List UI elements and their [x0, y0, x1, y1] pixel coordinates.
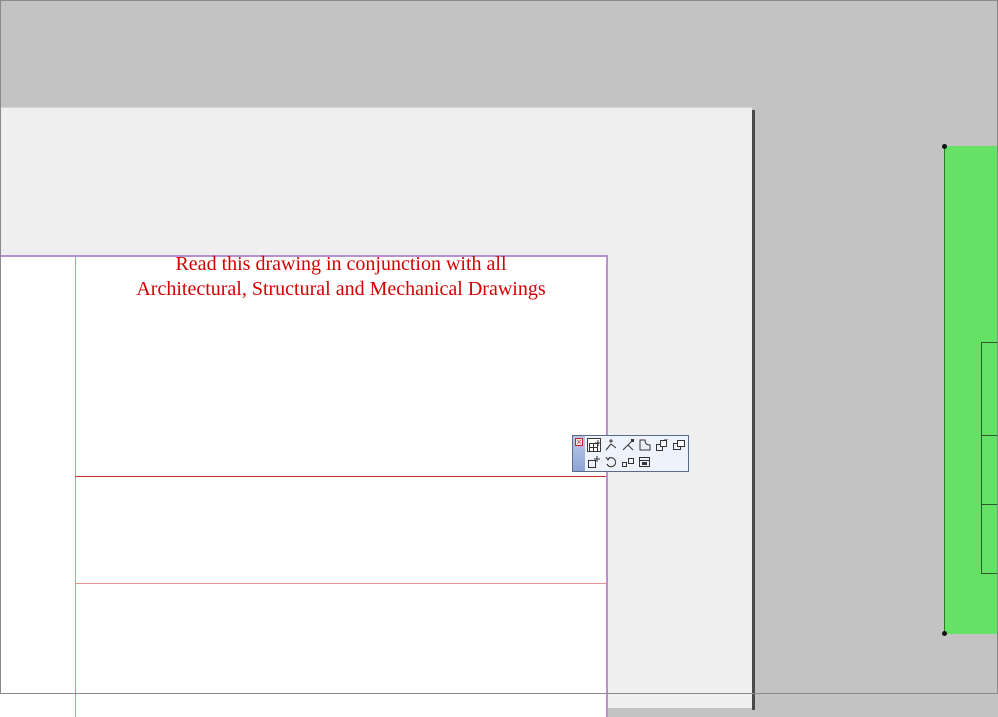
- note-line-1: Read this drawing in conjunction with al…: [175, 253, 507, 275]
- offset-icon[interactable]: [587, 455, 601, 469]
- add-vertex-icon[interactable]: [604, 438, 618, 452]
- stretch-icon[interactable]: [621, 438, 635, 452]
- drawing-note[interactable]: Read this drawing in conjunction with al…: [76, 252, 606, 302]
- copy-icon[interactable]: [672, 438, 686, 452]
- selected-green-panel[interactable]: [944, 146, 998, 634]
- fillet-icon[interactable]: [638, 438, 652, 452]
- mirror-icon[interactable]: [621, 455, 635, 469]
- move-icon[interactable]: [655, 438, 669, 452]
- title-block-border-top: [75, 476, 606, 477]
- selection-grip[interactable]: [942, 631, 947, 636]
- resize-icon[interactable]: [638, 455, 652, 469]
- green-panel-table: [981, 342, 998, 574]
- note-line-2: Architectural, Structural and Mechanical…: [136, 278, 546, 300]
- sheet-shadow: [752, 110, 755, 710]
- title-block-border-vertical: [75, 257, 76, 717]
- pet-palette-toolbar[interactable]: ×: [572, 435, 689, 472]
- close-icon[interactable]: ×: [575, 438, 583, 446]
- print-area[interactable]: [0, 255, 608, 717]
- selection-grip[interactable]: [942, 144, 947, 149]
- rotate-icon[interactable]: [604, 455, 618, 469]
- title-block-border-bottom: [75, 583, 606, 584]
- table-row-divider: [982, 435, 998, 436]
- edit-grid-icon[interactable]: [587, 438, 601, 452]
- table-row-divider: [982, 504, 998, 505]
